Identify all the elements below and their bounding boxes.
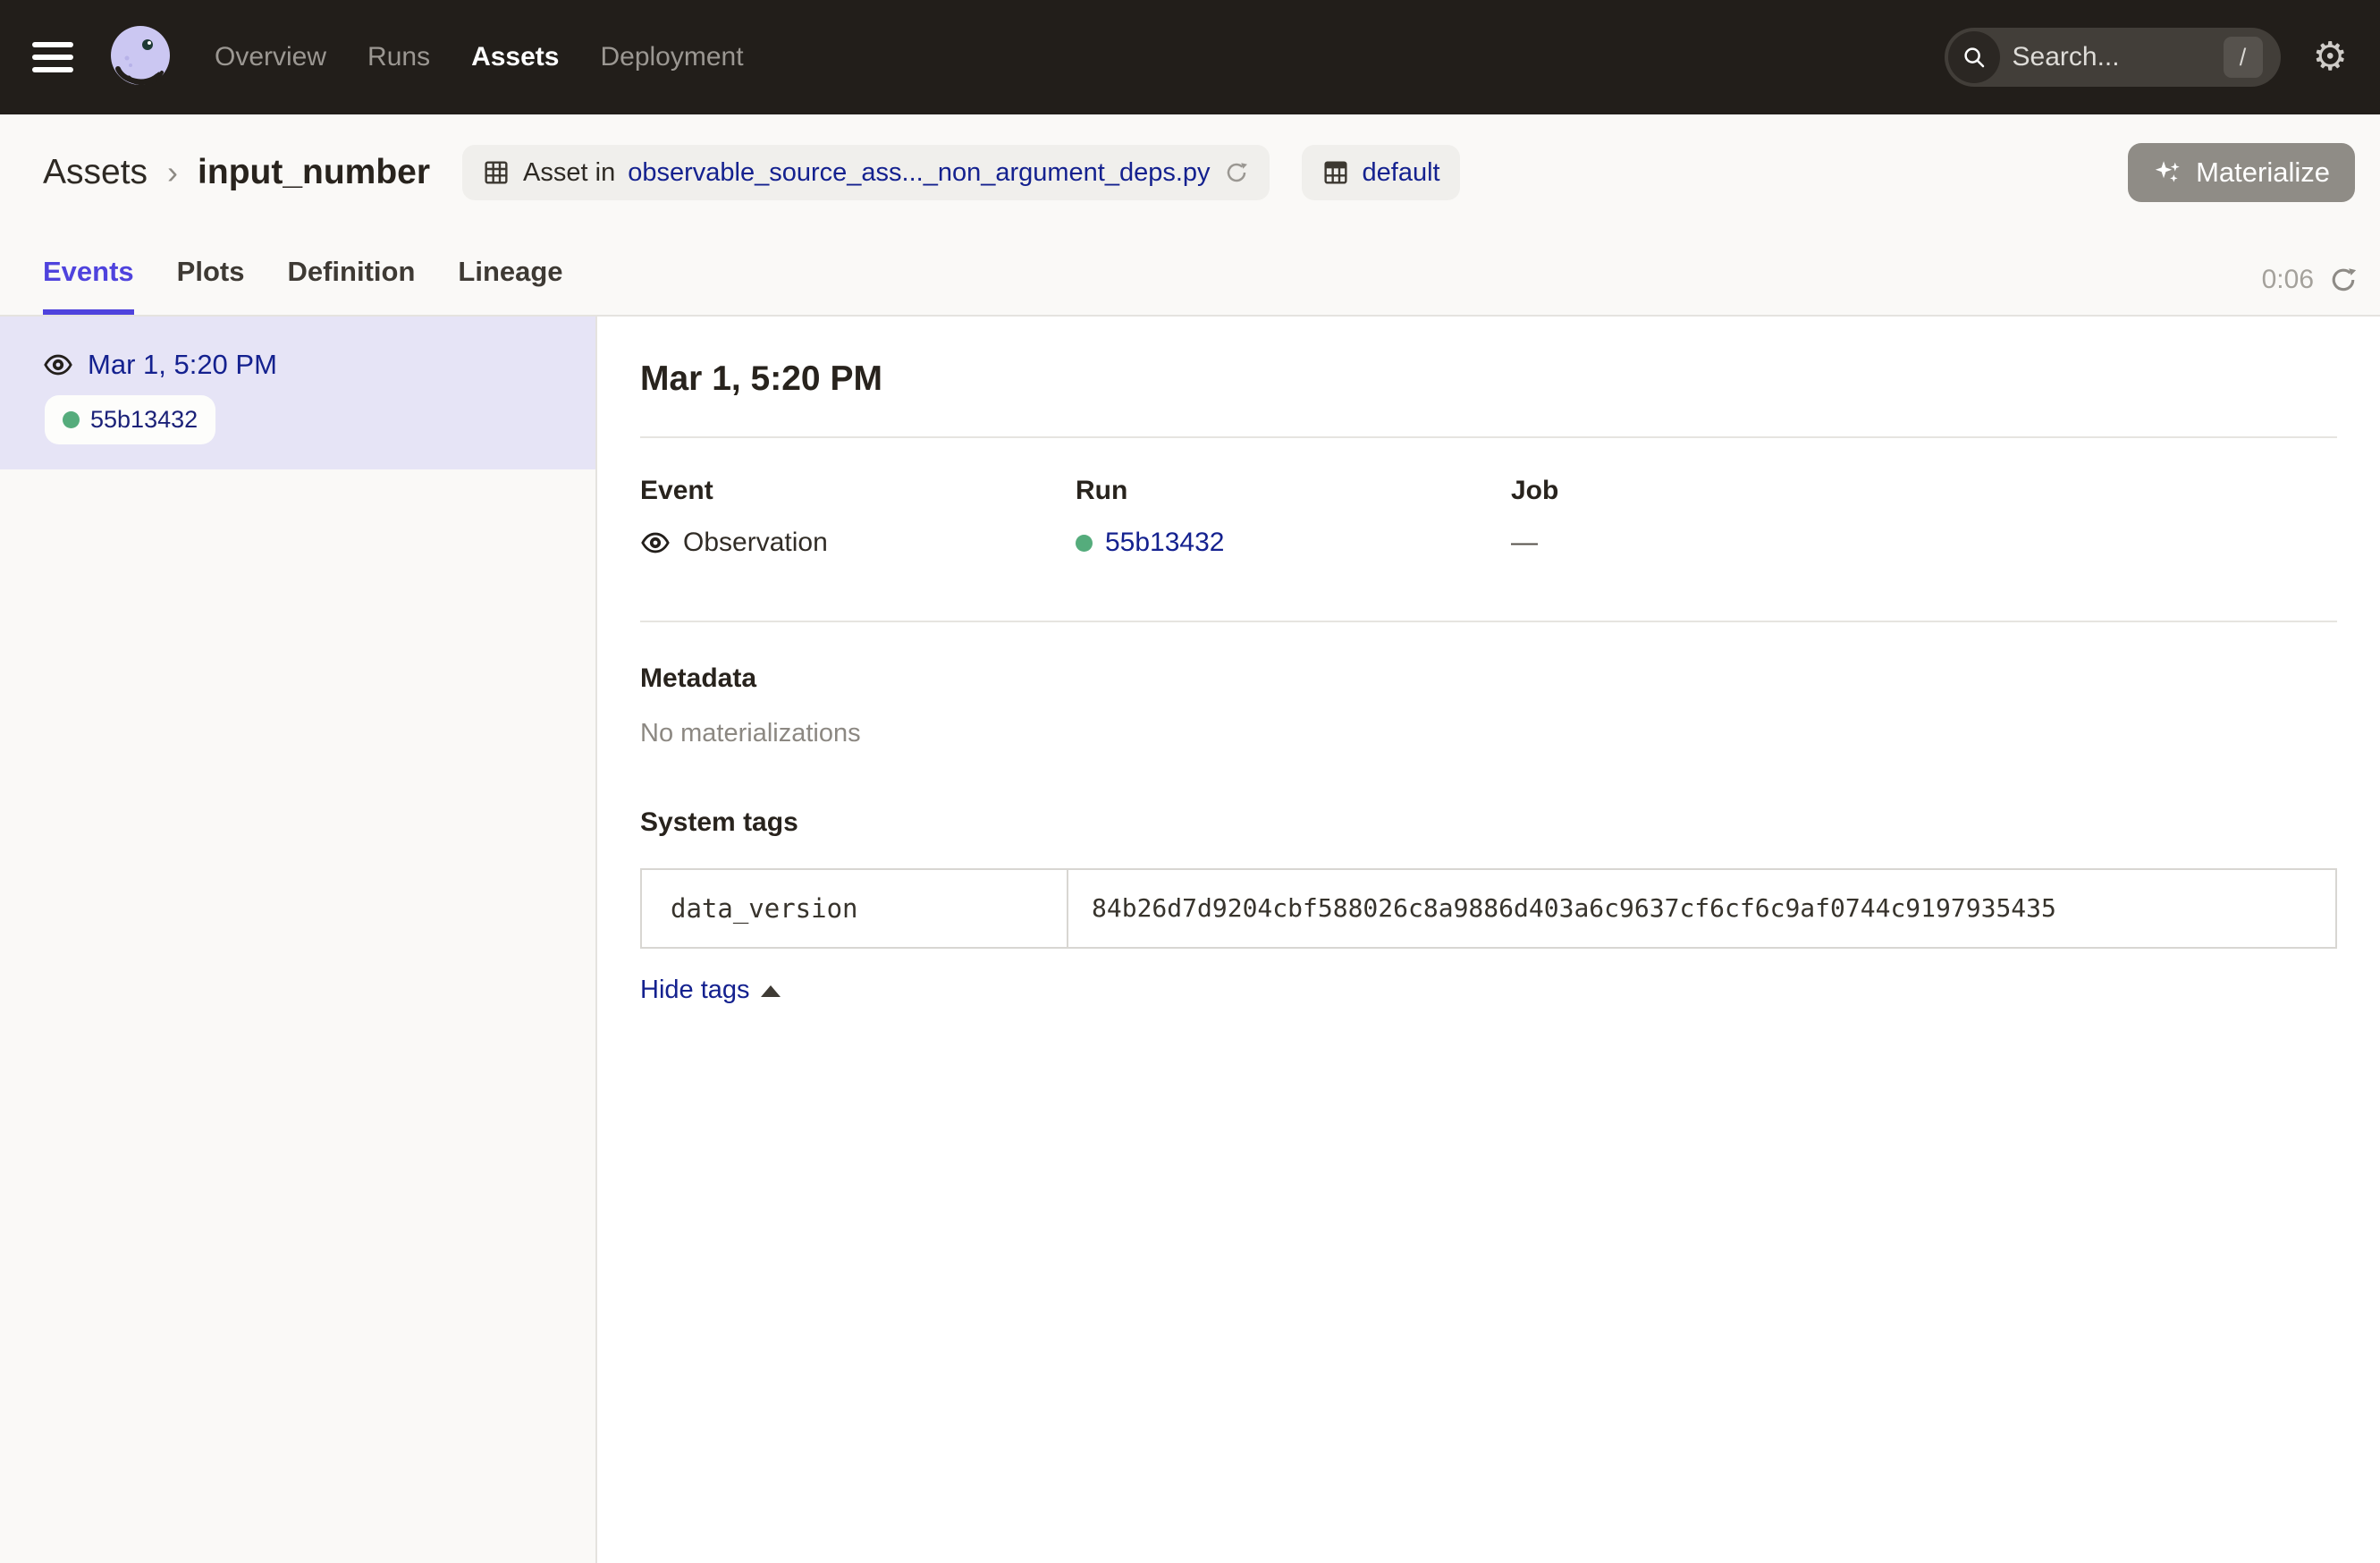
refresh-countdown: 0:06 — [2262, 265, 2314, 295]
repo-icon — [1321, 158, 1350, 187]
event-column-label: Event — [640, 476, 1076, 506]
breadcrumb-asset-name: input_number — [198, 153, 430, 192]
observation-eye-icon — [640, 528, 671, 558]
hide-tags-label: Hide tags — [640, 976, 750, 1005]
nav-item-assets[interactable]: Assets — [471, 42, 559, 72]
materialize-button[interactable]: Materialize — [2128, 143, 2355, 202]
content-area: Mar 1, 5:20 PM 55b13432 Mar 1, 5:20 PM E… — [0, 317, 2380, 1563]
nav-item-deployment[interactable]: Deployment — [600, 42, 743, 72]
breadcrumb-chevron-icon: › — [167, 154, 178, 191]
settings-gear-icon[interactable]: ⚙ — [2313, 38, 2348, 77]
table-grid-icon — [482, 158, 511, 187]
reload-definition-icon[interactable] — [1223, 159, 1250, 186]
metadata-heading: Metadata — [640, 663, 2337, 694]
tab-lineage[interactable]: Lineage — [458, 256, 562, 315]
materialize-label: Materialize — [2196, 156, 2330, 189]
run-chip-id: 55b13432 — [90, 406, 198, 434]
primary-nav: Overview Runs Assets Deployment — [215, 42, 744, 72]
event-type-value: Observation — [683, 528, 828, 558]
dagster-octopus-logo[interactable] — [105, 22, 175, 92]
divider — [640, 621, 2337, 622]
repo-default-link[interactable]: default — [1363, 158, 1440, 188]
nav-item-runs[interactable]: Runs — [367, 42, 430, 72]
breadcrumb-assets-link[interactable]: Assets — [43, 153, 148, 192]
asset-tabs: Events Plots Definition Lineage — [43, 256, 563, 315]
asset-header-row: Assets › input_number Asset in observabl… — [0, 114, 2380, 231]
event-run-chip[interactable]: 55b13432 — [45, 395, 215, 444]
asset-source-file-link[interactable]: observable_source_ass..._non_argument_de… — [628, 158, 1210, 188]
nav-item-overview[interactable]: Overview — [215, 42, 326, 72]
tab-plots[interactable]: Plots — [177, 256, 245, 315]
metadata-empty-message: No materializations — [640, 719, 2337, 748]
asset-definition-badge: Asset in observable_source_ass..._non_ar… — [462, 145, 1270, 200]
tag-value-cell: 84b26d7d9204cbf588026c8a9886d403a6c9637c… — [1068, 870, 2335, 947]
asset-tabs-row: Events Plots Definition Lineage 0:06 — [0, 231, 2380, 317]
caret-up-icon — [761, 985, 781, 997]
hamburger-menu-icon[interactable] — [32, 42, 73, 72]
event-timestamp-link[interactable]: Mar 1, 5:20 PM — [88, 349, 277, 381]
search-shortcut-key: / — [2224, 37, 2263, 78]
event-list-sidebar: Mar 1, 5:20 PM 55b13432 — [0, 317, 597, 1563]
job-empty-value: — — [1511, 528, 1538, 558]
run-id-link[interactable]: 55b13432 — [1105, 528, 1224, 558]
event-summary-columns: Event Observation Run 55b13432 Job — [640, 438, 2337, 621]
top-nav: Overview Runs Assets Deployment / ⚙ — [0, 0, 2380, 114]
repo-badge: default — [1302, 145, 1460, 200]
run-success-dot — [1076, 535, 1093, 552]
sparkles-icon — [2153, 157, 2183, 188]
asset-in-label: Asset in — [523, 158, 615, 188]
tag-key-cell: data_version — [642, 870, 1068, 947]
run-success-dot — [63, 411, 80, 428]
tab-events[interactable]: Events — [43, 256, 134, 315]
event-detail-title: Mar 1, 5:20 PM — [640, 359, 2337, 399]
search-icon — [1948, 31, 2000, 83]
refresh-icon[interactable] — [2328, 265, 2359, 295]
search-input[interactable] — [2013, 42, 2211, 72]
system-tags-table: data_version 84b26d7d9204cbf588026c8a988… — [640, 868, 2337, 949]
system-tags-heading: System tags — [640, 807, 2337, 838]
job-column-label: Job — [1511, 476, 2337, 506]
global-search[interactable]: / — [1945, 28, 2281, 87]
tab-definition[interactable]: Definition — [287, 256, 415, 315]
event-detail-panel: Mar 1, 5:20 PM Event Observation Run 55b… — [597, 317, 2380, 1563]
observation-eye-icon — [43, 350, 73, 380]
run-column-label: Run — [1076, 476, 1511, 506]
hide-tags-link[interactable]: Hide tags — [640, 976, 781, 1005]
event-list-item-selected[interactable]: Mar 1, 5:20 PM 55b13432 — [0, 317, 595, 469]
